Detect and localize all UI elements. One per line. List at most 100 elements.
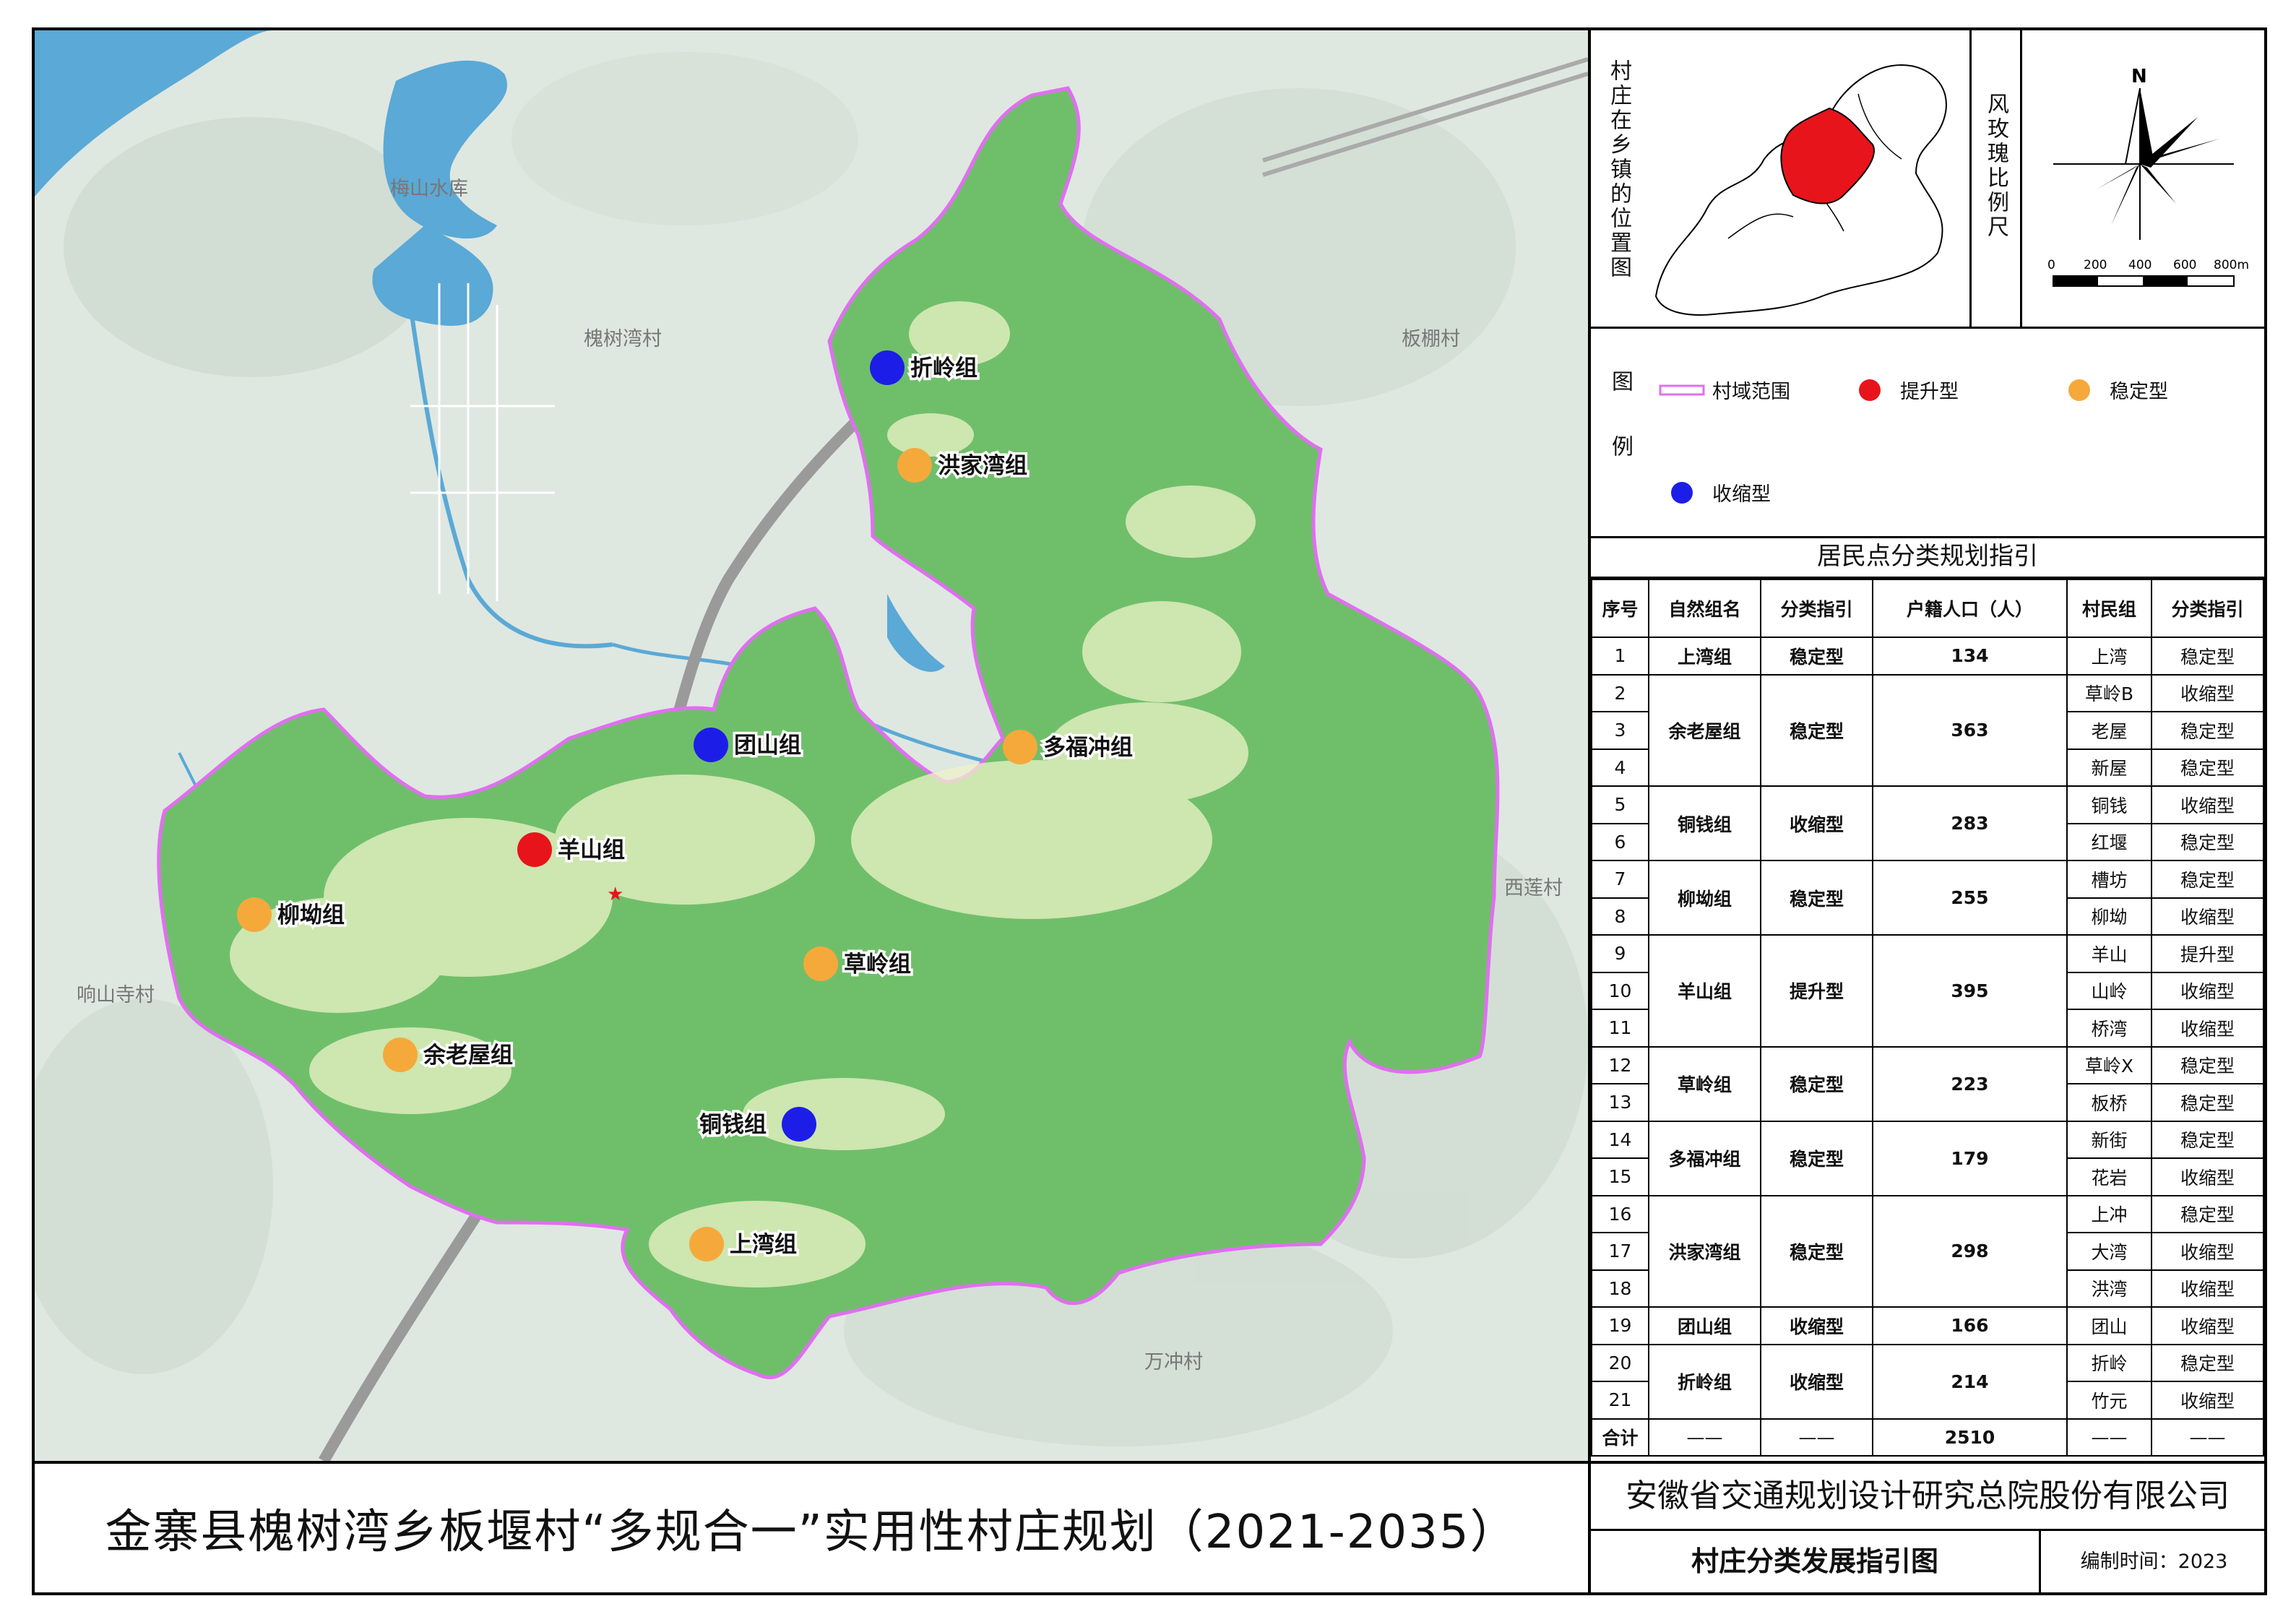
table-cell: 柳坳组 <box>1648 860 1762 936</box>
compile-date: 编制时间：2023 <box>2080 1550 2228 1573</box>
drawing-name: 村庄分类发展指引图 <box>1591 1531 2041 1592</box>
table-cell: 255 <box>1872 860 2068 936</box>
table-cell: 羊山组 <box>1648 934 1762 1048</box>
table-row: 12 草岭组 稳定型 223 草岭X 稳定型 <box>1590 1045 2265 1122</box>
table-cell: 11 <box>1590 1009 1650 1048</box>
table-cell: 稳定型 <box>2150 1045 2265 1084</box>
map-canvas: 梅山水库 槐树湾村 板棚村 西莲村 响山寺村 万冲村 折岭组 洪家湾组 团山组 … <box>35 30 1588 1461</box>
classification-table-section: 居民点分类规划指引 序号 自然组名 分类指引 户籍人口（人） 村民组 分类指引 … <box>1590 536 2265 1461</box>
locator-title: 村庄在乡镇的位置图 <box>1606 59 1631 280</box>
place-label-meishan-reservoir: 梅山水库 <box>390 178 468 200</box>
place-label-huaishuwan: 槐树湾村 <box>584 328 662 350</box>
info-panel: 村庄在乡镇的位置图 风玫瑰比例尺 N 0 200 400 600 800m 图例… <box>1588 30 2265 1461</box>
table-cell: 14 <box>1590 1120 1650 1159</box>
organization-name: 安徽省交通规划设计研究总院股份有限公司 <box>1591 1464 2264 1531</box>
table-cell: 稳定型 <box>1760 637 1874 676</box>
table-cell: 草岭组 <box>1648 1045 1762 1122</box>
table-cell: 新街 <box>2066 1120 2152 1159</box>
svg-text:柳坳组: 柳坳组 <box>277 902 345 928</box>
table-cell: 收缩型 <box>2150 785 2265 824</box>
table-cell: 298 <box>1872 1194 2068 1308</box>
table-cell: 16 <box>1590 1194 1650 1233</box>
table-cell: 团山组 <box>1648 1306 1762 1345</box>
table-row: 14 多福冲组 稳定型 179 新街 稳定型 <box>1590 1120 2265 1196</box>
legend-item-shrink: 收缩型 <box>1656 478 1771 506</box>
group-marker-liuao[interactable]: 柳坳组 <box>237 897 348 932</box>
table-cell: 稳定型 <box>2150 822 2265 861</box>
table-cell: 稳定型 <box>1760 860 1874 936</box>
table-cell: 新屋 <box>2066 748 2152 787</box>
table-cell: 12 <box>1590 1045 1650 1084</box>
scale-tick: 600 <box>2173 258 2196 272</box>
table-cell: 板桥 <box>2066 1083 2152 1122</box>
table-cell: 214 <box>1872 1343 2068 1420</box>
table-cell: 223 <box>1872 1045 2068 1122</box>
scale-tick: 200 <box>2084 258 2107 272</box>
table-cell: —— <box>1760 1418 1874 1457</box>
table-cell: 17 <box>1590 1232 1650 1271</box>
table-cell: 红堰 <box>2066 822 2152 861</box>
table-header: 分类指引 <box>2150 579 2265 638</box>
table-row: 16 洪家湾组 稳定型 298 上冲 稳定型 <box>1590 1194 2265 1308</box>
table-cell: 草岭X <box>2066 1045 2152 1084</box>
group-marker-duofuchong[interactable]: 多福冲组 <box>1003 730 1136 764</box>
legend-item-stable: 稳定型 <box>2053 376 2168 404</box>
table-cell: 洪家湾组 <box>1648 1194 1762 1308</box>
table-cell: 老屋 <box>2066 711 2152 750</box>
table-cell: 山岭 <box>2066 971 2152 1010</box>
legend-item-raise: 提升型 <box>1844 376 1959 404</box>
classification-table: 序号 自然组名 分类指引 户籍人口（人） 村民组 分类指引 1 上湾组 稳定型 134… <box>1590 579 2265 1457</box>
table-cell: 收缩型 <box>2150 1381 2265 1420</box>
table-row: 19 团山组 收缩型 166 团山 收缩型 <box>1590 1306 2265 1345</box>
table-cell: 13 <box>1590 1083 1650 1122</box>
table-cell: 稳定型 <box>1760 1194 1874 1308</box>
group-marker-tongqian[interactable]: 铜钱组 <box>697 1107 816 1142</box>
group-marker-caoling[interactable]: 草岭组 <box>803 946 914 981</box>
table-cell: 395 <box>1872 934 2068 1048</box>
group-marker-zheling[interactable]: 折岭组 <box>870 350 980 385</box>
table-cell: 收缩型 <box>2150 1269 2265 1308</box>
table-cell: 2510 <box>1872 1418 2068 1457</box>
table-header: 户籍人口（人） <box>1872 579 2068 638</box>
group-marker-hongjiawan[interactable]: 洪家湾组 <box>897 448 1030 483</box>
group-marker-yangshan[interactable]: 羊山组 <box>517 832 628 867</box>
svg-text:上湾组: 上湾组 <box>730 1232 797 1258</box>
table-cell: 草岭B <box>2066 673 2152 712</box>
table-cell: —— <box>2150 1418 2265 1457</box>
table-total-row: 合计 —— —— 2510 —— —— <box>1590 1418 2265 1457</box>
legend: 图例 村域范围 提升型 稳定型 收缩型 <box>1591 327 2264 538</box>
table-cell: 折岭组 <box>1648 1343 1762 1420</box>
table-title: 居民点分类规划指引 <box>1591 536 2264 579</box>
table-header: 分类指引 <box>1760 579 1874 638</box>
legend-item-boundary: 村域范围 <box>1656 376 1790 404</box>
table-cell: 上湾 <box>2066 637 2152 676</box>
table-cell: 7 <box>1590 860 1650 899</box>
table-cell: 收缩型 <box>1760 785 1874 861</box>
table-cell: 10 <box>1590 971 1650 1010</box>
table-cell: 合计 <box>1590 1418 1650 1457</box>
table-cell: 收缩型 <box>1760 1343 1874 1420</box>
table-cell: 收缩型 <box>2150 1157 2265 1196</box>
table-cell: 1 <box>1590 637 1650 676</box>
divider <box>2020 30 2022 327</box>
table-row: 20 折岭组 收缩型 214 折岭 稳定型 <box>1590 1343 2265 1420</box>
locator-map <box>1654 64 1947 316</box>
table-cell: 多福冲组 <box>1648 1120 1762 1196</box>
table-cell: 提升型 <box>1760 934 1874 1048</box>
table-cell: 收缩型 <box>2150 673 2265 712</box>
svg-text:洪家湾组: 洪家湾组 <box>938 453 1027 479</box>
group-marker-tuanshan[interactable]: 团山组 <box>694 728 804 762</box>
svg-text:羊山组: 羊山组 <box>558 837 625 863</box>
table-cell: 铜钱组 <box>1648 785 1762 861</box>
table-cell: 上冲 <box>2066 1194 2152 1233</box>
table-header: 自然组名 <box>1648 579 1762 638</box>
table-cell: 21 <box>1590 1381 1650 1420</box>
compass-title: 风玫瑰比例尺 <box>1983 92 2008 240</box>
table-cell: 折岭 <box>2066 1343 2152 1382</box>
group-marker-yulaowu[interactable]: 余老屋组 <box>383 1038 516 1072</box>
table-cell: 稳定型 <box>2150 637 2265 676</box>
table-cell: 283 <box>1872 785 2068 861</box>
table-cell: 稳定型 <box>2150 1120 2265 1159</box>
table-cell: 18 <box>1590 1269 1650 1308</box>
group-marker-shangwan[interactable]: 上湾组 <box>689 1227 800 1261</box>
